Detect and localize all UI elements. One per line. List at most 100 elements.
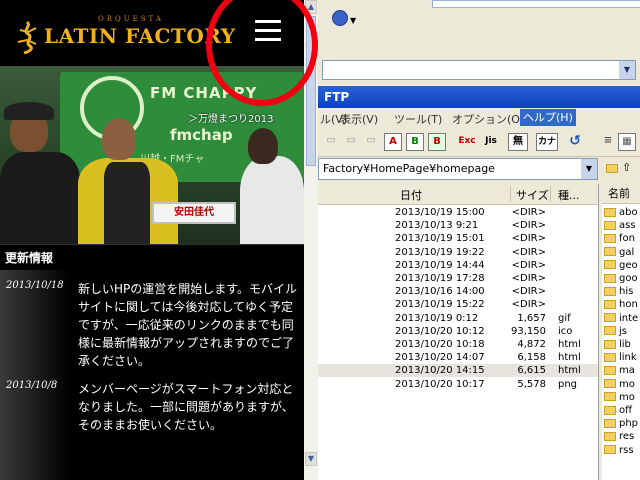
list-item[interactable]: fon [604,232,635,245]
cell-type: gif [558,312,571,324]
list-item[interactable]: ass [604,219,636,232]
person-figure [102,118,136,160]
cell-type: html [558,352,581,364]
menu-item-tools[interactable]: ツール(T) [394,111,442,127]
list-item[interactable]: res [604,430,634,443]
column-type[interactable]: 種... [558,187,580,203]
list-item[interactable]: ma [604,364,635,377]
folder-icon[interactable]: ▭ [362,133,380,151]
folder-name: mo [619,391,635,403]
scroll-down-icon[interactable]: ▼ [305,452,317,466]
table-row[interactable]: 2013/10/13 9:21 <DIR> [318,219,598,232]
list-item[interactable]: hon [604,298,638,311]
detail-view-icon[interactable]: ▦ [618,133,636,151]
cell-date: 2013/10/20 10:12 [395,325,485,337]
photo-caption: ＞万燈まつり2013 [188,114,274,125]
list-item[interactable]: goo [604,272,638,285]
column-date[interactable]: 日付 [400,187,422,203]
table-row[interactable]: 2013/10/20 14:07 6,158 html [318,351,598,364]
folder-name: mo [619,378,635,390]
column-size[interactable]: サイズ [516,187,549,203]
folder-open-icon[interactable]: ▭ [322,133,340,151]
table-row[interactable]: 2013/10/19 15:22 <DIR> [318,298,598,311]
none-icon[interactable]: 無 [508,133,528,151]
folder-up-icon[interactable] [606,164,618,173]
folder-name: ma [619,365,635,377]
table-row[interactable]: 2013/10/19 14:44 <DIR> [318,259,598,272]
chevron-down-icon[interactable]: ▼ [619,61,635,79]
menu-item-options[interactable]: オプション(O) [452,111,524,127]
folder-icon [604,365,616,375]
binary-mode-icon[interactable]: B [406,133,424,151]
table-row[interactable]: 2013/10/20 10:17 5,578 png [318,378,598,391]
table-row[interactable]: 2013/10/19 17:28 <DIR> [318,272,598,285]
menu-item-help[interactable]: ヘルプ(H) [520,109,576,126]
list-item[interactable]: off [604,404,632,417]
folder-icon [604,207,616,217]
list-item[interactable]: js [604,325,627,338]
table-row[interactable]: 2013/10/19 15:01 <DIR> [318,232,598,245]
folder-icon [604,273,616,283]
cell-date: 2013/10/19 15:01 [395,233,485,245]
chevron-down-icon[interactable]: ▼ [350,16,360,26]
remote-path-field[interactable]: Factory¥HomePage¥homepage ▼ [318,158,598,180]
list-item[interactable]: inte [604,312,638,325]
cell-size: 4,872 [517,339,546,350]
cell-size: <DIR> [511,273,546,284]
list-item[interactable]: mo [604,391,635,404]
table-row[interactable]: 2013/10/20 14:15 6,615 html [318,364,598,378]
list-item[interactable]: geo [604,259,638,272]
list-item[interactable]: his [604,285,633,298]
list-item[interactable]: lib [604,338,631,351]
refresh-icon[interactable]: ↺ [566,133,584,151]
cell-size: <DIR> [511,259,546,271]
chevron-down-icon[interactable]: ▼ [581,159,597,179]
news-text: 新しいHPの運営を開始します。モバイルサイトに関しては今後対応してゆく予定ですが… [78,282,298,368]
list-item[interactable]: link [604,351,637,364]
folder-icon [604,431,616,441]
address-bar[interactable]: ▼ [322,60,636,80]
list-item[interactable]: gal [604,246,634,259]
table-row[interactable]: 2013/10/19 19:22 <DIR> [318,246,598,259]
folder-name: js [619,325,627,337]
ftp-toolbar: ▭ ▭ ▭ A B B Exc Jis 無 カナ ↺ ≡ ▦ [318,130,640,157]
table-row[interactable]: 2013/10/20 10:12 93,150 ico [318,325,598,338]
kana-icon[interactable]: カナ [536,133,558,151]
cell-size: 6,158 [517,352,546,364]
tree-header[interactable]: 名前 [602,184,640,204]
auto-mode-icon[interactable]: B [428,133,446,151]
folder-icon [604,260,616,270]
table-row[interactable]: 2013/10/20 10:18 4,872 html [318,338,598,351]
cell-date: 2013/10/13 9:21 [395,220,479,232]
person-figure [104,162,150,244]
lizard-logo-icon [17,20,37,54]
list-item[interactable]: php [604,417,638,430]
folder-name: his [619,286,634,298]
list-item[interactable]: abo [604,206,638,219]
jis-icon[interactable]: Jis [480,133,502,151]
folder-name: gal [619,246,635,258]
table-row[interactable]: 2013/10/19 0:12 1,657 gif [318,312,598,325]
top-field[interactable] [432,0,640,8]
cell-type: html [558,339,581,350]
list-item[interactable]: mo [604,378,635,391]
cell-size: <DIR> [511,286,546,298]
cell-size: <DIR> [511,207,546,218]
table-row[interactable]: 2013/10/19 15:00 <DIR> [318,206,598,219]
list-view-icon[interactable]: ≡ [600,133,616,151]
menu-item-view[interactable]: 表示(V) [340,111,378,127]
cell-type: ico [558,325,573,337]
table-row[interactable]: 2013/10/16 14:00 <DIR> [318,285,598,298]
ftp-title-bar: FTP [318,86,640,108]
news-date: 2013/10/18 [6,280,64,291]
list-item[interactable]: rss [604,444,634,457]
cell-size: <DIR> [511,220,546,232]
folder-nav-icon[interactable]: ⇧ [622,161,631,174]
ascii-mode-icon[interactable]: A [384,133,402,151]
ex-icon[interactable]: Exc [456,133,478,151]
site-logo[interactable]: ORQUESTA LATIN FACTORY [12,14,235,58]
cell-date: 2013/10/19 15:00 [395,207,485,218]
folder-icon[interactable]: ▭ [342,133,360,151]
folder-name: abo [619,207,638,218]
browser-icon[interactable] [332,10,348,26]
